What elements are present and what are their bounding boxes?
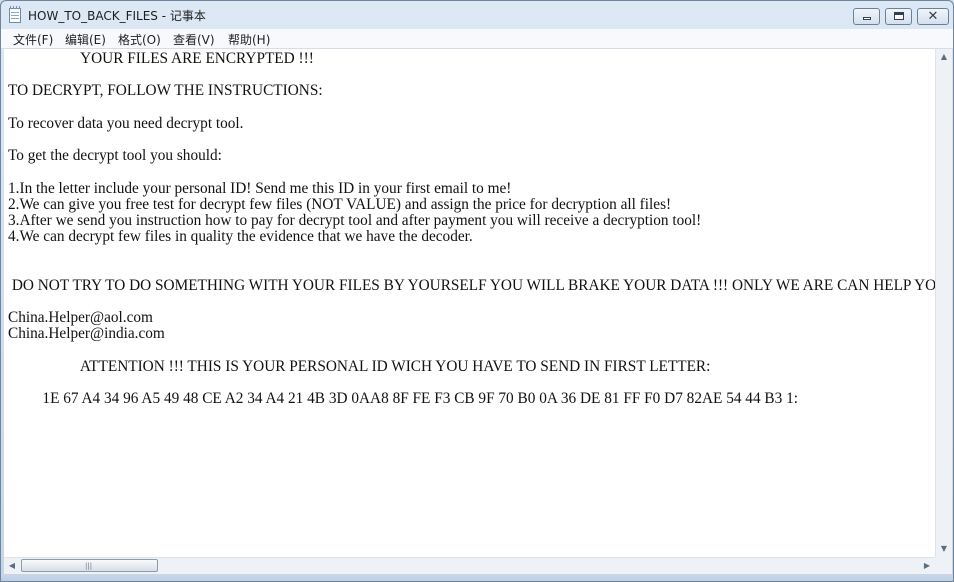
close-button[interactable]: ✕ xyxy=(917,8,949,25)
minimize-icon xyxy=(854,9,879,24)
scroll-grip-icon: ||| xyxy=(85,562,93,570)
menu-format[interactable]: 格式(O) xyxy=(118,31,161,48)
vertical-scrollbar[interactable]: ▲ ▼ xyxy=(935,49,952,557)
resize-corner[interactable] xyxy=(935,557,952,574)
maximize-icon xyxy=(886,9,911,24)
scroll-right-icon[interactable]: ▶ xyxy=(919,558,935,574)
menu-view[interactable]: 查看(V) xyxy=(173,31,215,48)
minimize-button[interactable] xyxy=(853,8,880,25)
scroll-up-icon[interactable]: ▲ xyxy=(936,49,952,65)
horizontal-scrollbar[interactable]: ◀ ||| ▶ xyxy=(4,557,935,574)
document-text[interactable]: YOUR FILES ARE ENCRYPTED !!! TO DECRYPT,… xyxy=(8,50,935,407)
menu-help[interactable]: 帮助(H) xyxy=(228,31,270,48)
notepad-window: HOW_TO_BACK_FILES - 记事本 ✕ 文件(F) 编辑(E) 格式… xyxy=(0,0,954,582)
window-title: HOW_TO_BACK_FILES - 记事本 xyxy=(28,9,206,23)
menu-edit[interactable]: 编辑(E) xyxy=(65,31,106,48)
text-editor[interactable]: YOUR FILES ARE ENCRYPTED !!! TO DECRYPT,… xyxy=(4,49,935,557)
close-icon: ✕ xyxy=(927,9,939,24)
scroll-down-icon[interactable]: ▼ xyxy=(936,541,952,557)
scroll-left-icon[interactable]: ◀ xyxy=(4,558,20,574)
menu-bar: 文件(F) 编辑(E) 格式(O) 查看(V) 帮助(H) xyxy=(1,29,953,49)
menu-file[interactable]: 文件(F) xyxy=(13,31,53,48)
maximize-button[interactable] xyxy=(885,8,912,25)
title-bar[interactable]: HOW_TO_BACK_FILES - 记事本 ✕ xyxy=(1,1,953,29)
notepad-icon xyxy=(9,6,21,23)
horizontal-scroll-thumb[interactable]: ||| xyxy=(21,559,158,572)
window-bottom-border xyxy=(1,574,953,581)
